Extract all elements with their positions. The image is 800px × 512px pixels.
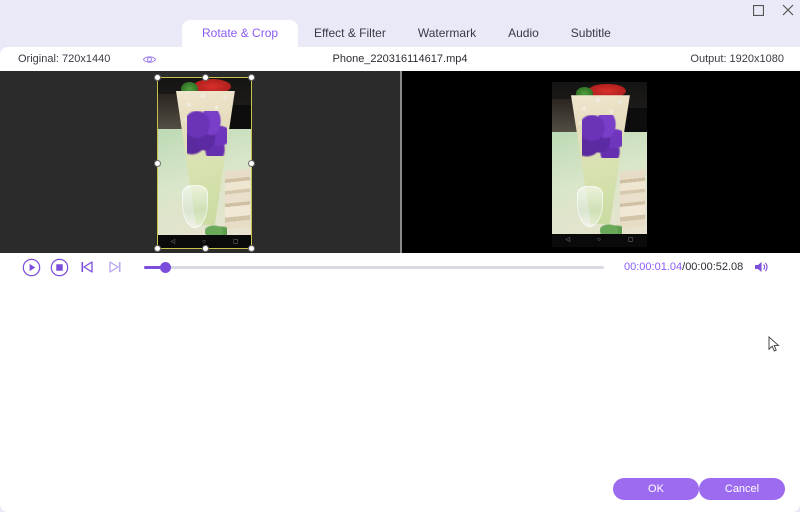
- transport-bar: 00:00:01.04/00:00:52.08: [0, 253, 800, 281]
- home-icon-output: ○: [597, 237, 601, 244]
- previous-frame-icon[interactable]: [76, 256, 98, 278]
- crop-handle-middle-right[interactable]: [248, 160, 255, 167]
- back-icon-output: ◁: [565, 237, 571, 244]
- crop-selection-rect[interactable]: [154, 74, 255, 252]
- crop-handle-top-left[interactable]: [154, 74, 161, 81]
- maximize-icon[interactable]: [750, 2, 766, 18]
- seek-track: [144, 266, 604, 269]
- preview-area: ◁ ○ ▢ ◁ ○ ▢: [0, 71, 800, 253]
- output-video-frame: ◁ ○ ▢: [552, 82, 647, 247]
- seek-slider[interactable]: [144, 260, 604, 274]
- tab-strip: Rotate & Crop Effect & Filter Watermark …: [0, 20, 800, 47]
- stop-icon[interactable]: [48, 256, 70, 278]
- crop-handle-top-right[interactable]: [248, 74, 255, 81]
- tab-watermark[interactable]: Watermark: [402, 20, 492, 47]
- crop-handle-middle-left[interactable]: [154, 160, 161, 167]
- crop-handle-bottom-right[interactable]: [248, 245, 255, 252]
- time-display: 00:00:01.04/00:00:52.08: [624, 261, 743, 273]
- crop-handle-bottom-center[interactable]: [202, 245, 209, 252]
- file-name-label: Phone_220316114617.mp4: [332, 53, 468, 65]
- preview-divider: [400, 71, 402, 253]
- seek-thumb[interactable]: [160, 262, 171, 273]
- play-icon[interactable]: [20, 256, 42, 278]
- original-resolution-label: Original: 720x1440: [18, 53, 111, 65]
- close-icon[interactable]: [780, 2, 796, 18]
- ok-button[interactable]: OK: [613, 478, 699, 500]
- title-bar: [0, 0, 800, 20]
- output-resolution-label: Output: 1920x1080: [690, 53, 784, 65]
- info-bar: Original: 720x1440 Phone_220316114617.mp…: [0, 47, 800, 71]
- next-frame-icon[interactable]: [104, 256, 126, 278]
- eye-icon[interactable]: [142, 52, 157, 67]
- crop-handle-top-center[interactable]: [202, 74, 209, 81]
- current-time: 00:00:01.04: [624, 261, 683, 273]
- output-preview: ◁ ○ ▢: [400, 71, 800, 253]
- settings-panel: Rotation:: [0, 281, 800, 471]
- tab-subtitle[interactable]: Subtitle: [555, 20, 627, 47]
- recents-icon-output: ▢: [627, 237, 634, 244]
- video-converter-edit-dialog: Rotate & Crop Effect & Filter Watermark …: [0, 0, 800, 512]
- android-navbar-output: ◁ ○ ▢: [552, 233, 647, 247]
- tab-audio[interactable]: Audio: [492, 20, 555, 47]
- window-controls: [750, 0, 796, 20]
- volume-icon[interactable]: [751, 257, 771, 277]
- tab-rotate-crop[interactable]: Rotate & Crop: [182, 20, 299, 47]
- cancel-button[interactable]: Cancel: [699, 478, 785, 500]
- source-preview[interactable]: ◁ ○ ▢: [0, 71, 400, 253]
- total-time: 00:00:52.08: [685, 261, 744, 273]
- tab-effect-filter[interactable]: Effect & Filter: [298, 20, 402, 47]
- crop-handle-bottom-left[interactable]: [154, 245, 161, 252]
